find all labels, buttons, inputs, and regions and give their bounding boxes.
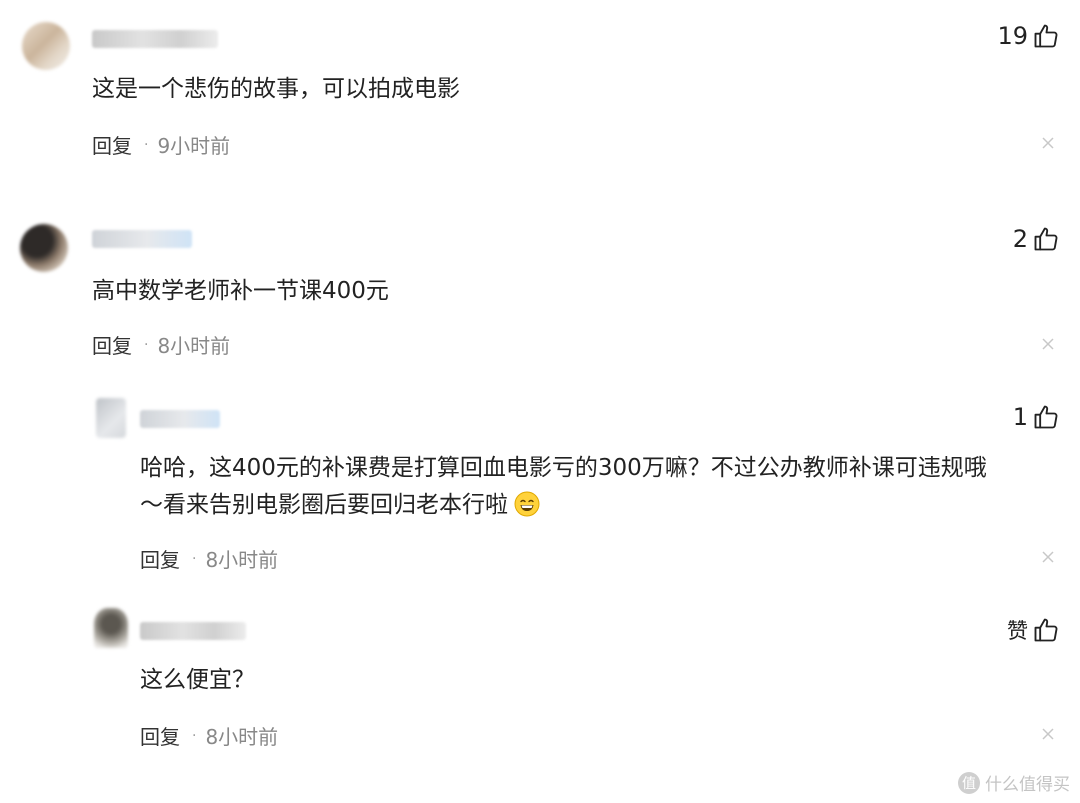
reply-button[interactable]: 回复 [92,130,132,159]
timestamp: 9小时前 [157,134,231,158]
avatar[interactable] [96,398,126,438]
like-count: 19 [997,22,1028,50]
reply-button[interactable]: 回复 [140,544,180,573]
separator-dot: · [144,336,149,353]
close-icon[interactable] [1040,135,1056,151]
separator-dot: · [192,550,197,567]
close-icon[interactable] [1040,336,1056,352]
timestamp: 8小时前 [205,548,279,572]
avatar[interactable] [22,22,70,70]
watermark-label: 什么值得买 [985,775,1070,795]
reply-button[interactable]: 回复 [140,721,180,750]
comment-meta: 回复 · 8小时前 [92,330,230,359]
username-blurred[interactable] [92,30,218,48]
comment-meta: 回复 · 9小时前 [92,130,230,159]
watermark: 值 什么值得买 [958,770,1070,795]
comment-text: 高中数学老师补一节课400元 [92,278,389,304]
comment-text-line-1: 哈哈，这400元的补课费是打算回血电影亏的300万嘛？不过公办教师补课可违规哦 [140,455,987,481]
grinning-emoji-icon [514,491,540,517]
like-count: 2 [1012,225,1028,253]
like-label: 赞 [1007,619,1028,643]
username-blurred[interactable] [140,622,246,640]
reply-button[interactable]: 回复 [92,330,132,359]
like-count: 1 [1012,403,1028,431]
timestamp: 8小时前 [205,725,279,749]
comment-meta: 回复 · 8小时前 [140,544,278,573]
comment-text: 这么便宜？ [140,667,255,693]
like-button[interactable]: 1 [1013,403,1060,431]
username-blurred[interactable] [92,230,192,248]
timestamp: 8小时前 [157,334,231,358]
thumbs-up-icon [1034,405,1058,429]
comment-text: 这是一个悲伤的故事，可以拍成电影 [92,76,460,102]
like-button[interactable]: 赞 [1007,615,1060,645]
separator-dot: · [144,136,149,153]
like-button[interactable]: 2 [1013,225,1060,253]
username-blurred[interactable] [140,410,220,428]
comment-text: 哈哈，这400元的补课费是打算回血电影亏的300万嘛？不过公办教师补课可违规哦 … [140,450,1060,524]
comment-text-line-2: ～看来告别电影圈后要回归老本行啦 [140,487,1060,524]
avatar[interactable] [94,608,128,648]
like-button[interactable]: 19 [997,22,1060,50]
thumbs-up-icon [1034,227,1058,251]
separator-dot: · [192,727,197,744]
avatar[interactable] [20,224,68,272]
watermark-logo-icon: 值 [958,771,980,794]
thumbs-up-icon [1034,24,1058,48]
thumbs-up-icon [1034,618,1058,642]
comment-text-line-2-content: ～看来告别电影圈后要回归老本行啦 [140,492,508,518]
close-icon[interactable] [1040,549,1056,565]
comment-meta: 回复 · 8小时前 [140,721,278,750]
close-icon[interactable] [1040,726,1056,742]
